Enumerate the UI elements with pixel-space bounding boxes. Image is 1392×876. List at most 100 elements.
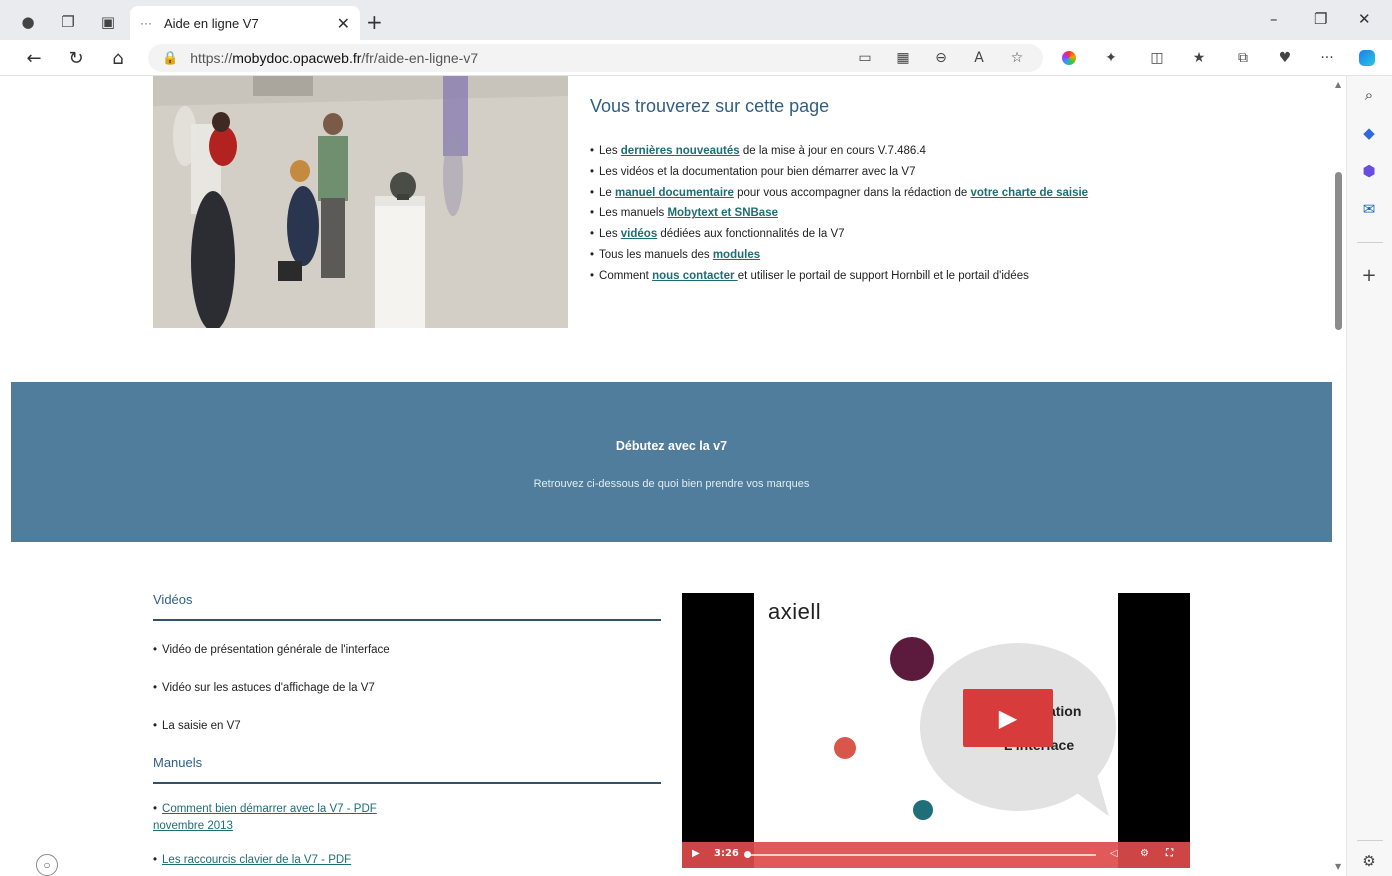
intro-section: Vous trouverez sur cette page Les derniè… [590,96,1290,287]
hero-photo [153,76,568,328]
intro-item-manual: Le manuel documentaire pour vous accompa… [590,183,1290,204]
intro-item-news: Les dernières nouveautés de la mise à jo… [590,141,1290,162]
getting-started-banner: Débutez avec la v7 Retrouvez ci-dessous … [11,382,1332,542]
app-available-icon[interactable]: ▭ [854,48,876,68]
url-prefix: https:// [190,50,233,66]
list-item[interactable]: La saisie en V7 [153,717,661,735]
favorites-icon[interactable]: ★ [1188,48,1210,68]
progress-knob[interactable] [744,851,751,858]
intro-text: Tous les manuels des [599,248,713,261]
progress-track[interactable] [746,854,1096,856]
intro-text: Les [599,228,621,241]
address-toolbar: ← ↻ ⌂ 🔒 https://mobydoc.opacweb.fr/fr/ai… [0,40,1392,76]
sidebar-settings-icon[interactable]: ⚙ [1358,850,1380,872]
edge-sidebar: ⌕ ◆ ⬢ ✉ + ⚙ [1346,76,1392,876]
intro-text: Le [599,186,616,199]
manuals-list: Comment bien démarrer avec la V7 - PDF n… [153,801,661,869]
intro-text: Comment [599,269,653,282]
manual-pdf-link[interactable]: Comment bien démarrer avec la V7 - PDF n… [153,803,377,832]
video-player[interactable]: axiell Présentation de L'interface ▶ ▶ 3… [682,593,1190,868]
intro-text: pour vous accompagner dans la rédaction … [733,186,971,199]
back-icon[interactable]: ← [22,46,46,70]
tab-strip: ● ❐ ▣ ··· Aide en ligne V7 ✕ + – ❐ ✕ [0,0,1392,44]
office-icon[interactable]: ⬢ [1358,160,1380,182]
extensions-icon[interactable]: ✦ [1100,48,1122,68]
zoom-out-icon[interactable]: ⊖ [930,48,952,68]
collections-icon[interactable]: ⧉ [1232,48,1254,68]
shortcuts-pdf-link[interactable]: Les raccourcis clavier de la V7 - PDF [162,854,351,866]
list-item[interactable]: Vidéo sur les astuces d'affichage de la … [153,679,661,697]
mobytext-link[interactable]: Mobytext et SNBase [667,207,778,219]
refresh-icon[interactable]: ↻ [64,46,88,70]
intro-list: Les dernières nouveautés de la mise à jo… [590,141,1290,287]
charter-link[interactable]: votre charte de saisie [970,187,1088,199]
page-scrollbar[interactable]: ▲ ▼ [1332,76,1346,876]
axiell-logo: axiell [768,599,822,624]
restore-icon[interactable]: ❐ [1314,10,1327,28]
museum-visitors-photo [153,76,568,328]
search-icon[interactable]: ⌕ [1358,84,1380,106]
intro-text: dédiées aux fonctionnalités de la V7 [657,228,845,241]
videos-link[interactable]: vidéos [621,228,657,240]
tab-close-icon[interactable]: ✕ [337,14,350,33]
modules-link[interactable]: modules [713,249,760,261]
list-item[interactable]: Vidéo de présentation générale de l'inte… [153,641,661,659]
browser-essentials-icon[interactable]: ♥ [1274,48,1296,68]
home-icon[interactable]: ⌂ [106,46,130,70]
minimize-icon[interactable]: – [1270,10,1278,28]
copilot-icon[interactable] [1356,48,1378,68]
scroll-thumb[interactable] [1335,172,1342,330]
read-aloud-icon[interactable]: A [968,48,990,68]
manual-link[interactable]: manuel documentaire [615,187,734,199]
active-tab[interactable]: ··· Aide en ligne V7 ✕ [130,6,360,40]
fullscreen-icon[interactable]: ⛶ [1166,848,1173,859]
resources-column: Vidéos Vidéo de présentation générale de… [153,592,661,869]
intro-item-videos: Les vidéos dédiées aux fonctionnalités d… [590,224,1290,245]
intro-text: de la mise à jour en cours V.7.486.4 [739,145,926,157]
play-button[interactable]: ▶ [963,689,1053,747]
intro-text: et utiliser le portail de support Hornbi… [737,269,1029,282]
window-close-icon[interactable]: ✕ [1358,10,1371,28]
intro-item-contact: Comment nous contacter et utiliser le po… [590,266,1290,287]
scroll-up-icon[interactable]: ▲ [1335,80,1341,89]
sidebar-divider [1357,840,1383,841]
maroon-dot [890,637,934,681]
intro-item-modules: Tous les manuels des modules [590,245,1290,266]
lock-icon[interactable]: 🔒 [162,51,178,66]
volume-icon[interactable]: ◁ [1110,848,1118,859]
extension-color-icon[interactable] [1058,48,1080,68]
outlook-icon[interactable]: ✉ [1358,198,1380,220]
videos-heading: Vidéos [153,592,661,621]
cookie-settings-icon[interactable]: ○ [36,854,58,876]
add-sidebar-app-icon[interactable]: + [1358,264,1380,286]
banner-title: Débutez avec la v7 [615,439,728,453]
list-item: Comment bien démarrer avec la V7 - PDF n… [153,801,398,835]
qr-code-icon[interactable]: ▦ [892,48,914,68]
play-small-icon[interactable]: ▶ [692,848,700,859]
tab-actions-icon[interactable]: ▣ [96,10,120,34]
intro-text: Les [599,145,621,157]
videos-list: Vidéo de présentation générale de l'inte… [153,641,661,735]
favorite-star-icon[interactable]: ☆ [1006,48,1028,68]
intro-item-videos-docs: Les vidéos et la documentation pour bien… [590,162,1290,183]
contact-link[interactable]: nous contacter [652,270,738,282]
teal-dot [913,800,933,820]
intro-heading: Vous trouverez sur cette page [590,96,830,116]
new-tab-button[interactable]: + [366,10,383,34]
scroll-down-icon[interactable]: ▼ [1335,862,1341,871]
intro-item-mobytext: Les manuels Mobytext et SNBase [590,203,1290,224]
url-host: mobydoc.opacweb.fr [232,50,362,66]
video-controls: ▶ 3:26 ◁ ⚙ ⛶ [682,842,1190,868]
video-frame: axiell Présentation de L'interface ▶ [754,593,1118,868]
news-link[interactable]: dernières nouveautés [621,145,740,157]
workspaces-icon[interactable]: ❐ [56,10,80,34]
settings-icon[interactable]: ⚙ [1140,848,1149,859]
red-dot [834,737,856,759]
list-item: Les raccourcis clavier de la V7 - PDF [153,852,398,869]
page-favicon-icon: ··· [140,16,152,30]
split-screen-icon[interactable]: ◫ [1146,48,1168,68]
profile-icon[interactable]: ● [16,10,40,34]
more-menu-icon[interactable]: ··· [1316,48,1338,68]
tab-title: Aide en ligne V7 [164,15,259,31]
shopping-tag-icon[interactable]: ◆ [1358,122,1380,144]
